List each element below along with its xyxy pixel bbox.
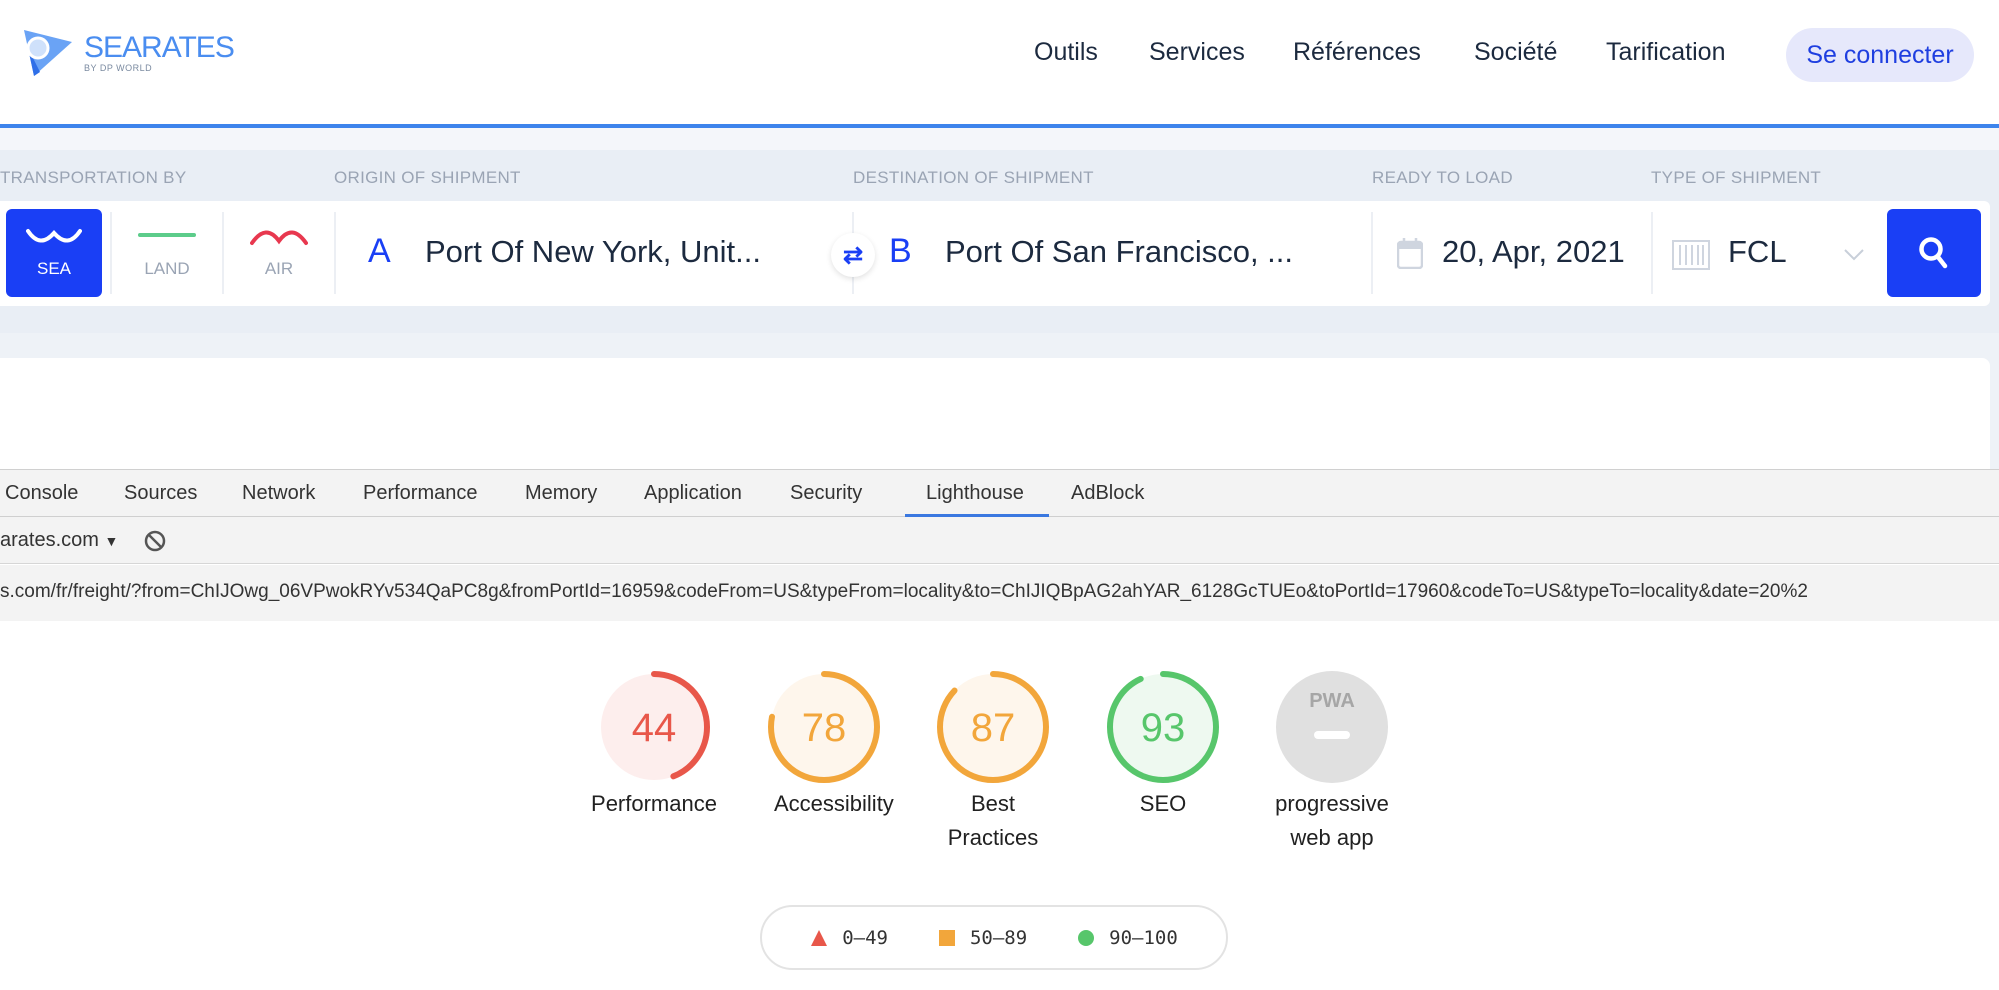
nav-references[interactable]: Références bbox=[1293, 38, 1421, 67]
label-transport: TRANSPORTATION BY bbox=[0, 168, 187, 187]
calendar-icon bbox=[1397, 238, 1423, 269]
logo-subtext: BY DP WORLD bbox=[84, 63, 153, 73]
login-button[interactable]: Se connecter bbox=[1786, 28, 1974, 82]
flight-arc-icon bbox=[250, 230, 308, 245]
container-icon bbox=[1672, 240, 1710, 270]
search-icon bbox=[1919, 237, 1948, 269]
tab-console[interactable]: Console bbox=[5, 482, 78, 505]
logo-text: SEARATES bbox=[84, 31, 235, 64]
tab-memory[interactable]: Memory bbox=[525, 482, 597, 505]
searates-logo[interactable]: SEARATES BY DP WORLD bbox=[20, 28, 235, 78]
chevron-down-icon[interactable] bbox=[1843, 248, 1865, 262]
divider bbox=[1651, 212, 1653, 294]
content-card bbox=[0, 358, 1990, 470]
label-origin: ORIGIN OF SHIPMENT bbox=[334, 168, 521, 187]
label-type: TYPE OF SHIPMENT bbox=[1651, 168, 1822, 187]
legend-label: 0–49 bbox=[842, 926, 888, 949]
score-gauge: 87 bbox=[937, 671, 1049, 783]
block-icon[interactable] bbox=[143, 529, 167, 553]
tab-sources[interactable]: Sources bbox=[124, 482, 197, 505]
mode-land[interactable]: LAND bbox=[112, 209, 222, 297]
destination-marker: B bbox=[889, 232, 912, 270]
gauge-label: progressive web app bbox=[1275, 791, 1389, 850]
spacer bbox=[0, 128, 1999, 150]
nav-services[interactable]: Services bbox=[1149, 38, 1245, 67]
date-input[interactable]: 20, Apr, 2021 bbox=[1442, 234, 1625, 270]
origin-input[interactable]: Port Of New York, Unit... bbox=[425, 234, 761, 270]
swap-icon[interactable]: ⇄ bbox=[831, 233, 875, 277]
mode-sea[interactable]: SEA bbox=[6, 209, 102, 297]
gauge-score: 93 bbox=[1141, 706, 1186, 750]
circle-icon bbox=[1078, 929, 1095, 946]
site-header: SEARATES BY DP WORLD Outils Services Réf… bbox=[0, 0, 1999, 125]
tab-application[interactable]: Application bbox=[644, 482, 742, 505]
devtools-toolbar: arates.com ▼ bbox=[0, 517, 1999, 564]
gauge-pwa[interactable]: PWA progressive web app bbox=[1232, 669, 1432, 855]
divider bbox=[1371, 212, 1373, 294]
nav-outils[interactable]: Outils bbox=[1034, 38, 1098, 67]
shipment-type-select[interactable]: FCL bbox=[1728, 234, 1787, 270]
road-icon bbox=[138, 233, 196, 237]
logo-icon bbox=[24, 30, 72, 76]
mode-label: SEA bbox=[36, 259, 72, 278]
devtools-tabbar: Console Sources Network Performance Memo… bbox=[0, 469, 1999, 517]
tab-lighthouse[interactable]: Lighthouse bbox=[926, 482, 1024, 505]
label-ready: READY TO LOAD bbox=[1372, 168, 1513, 187]
score-gauge: 78 bbox=[768, 671, 880, 783]
report-url: s.com/fr/freight/?from=ChIJOwg_06VPwokRY… bbox=[0, 581, 1808, 602]
score-legend: 0–49 50–89 90–100 bbox=[760, 905, 1228, 970]
nav-tarification[interactable]: Tarification bbox=[1606, 38, 1726, 67]
legend-fail: 0–49 bbox=[810, 927, 888, 949]
mode-air[interactable]: AIR bbox=[224, 209, 334, 297]
tab-adblock[interactable]: AdBlock bbox=[1071, 482, 1144, 505]
square-icon bbox=[938, 929, 955, 946]
score-gauge: 44 bbox=[598, 671, 710, 783]
tab-security[interactable]: Security bbox=[790, 482, 862, 505]
nav-societe[interactable]: Société bbox=[1474, 38, 1557, 67]
search-button[interactable] bbox=[1887, 209, 1981, 297]
legend-average: 50–89 bbox=[938, 927, 1027, 949]
legend-label: 90–100 bbox=[1109, 926, 1178, 949]
context-select[interactable]: arates.com ▼ bbox=[0, 529, 118, 552]
dropdown-arrow-icon: ▼ bbox=[104, 533, 119, 549]
pwa-icon: PWA bbox=[1276, 671, 1388, 783]
gauge-score: 44 bbox=[632, 706, 677, 750]
origin-marker: A bbox=[368, 232, 391, 270]
gauge-score: 87 bbox=[971, 706, 1016, 750]
legend-label: 50–89 bbox=[969, 926, 1028, 949]
divider bbox=[334, 212, 336, 294]
legend-pass: 90–100 bbox=[1077, 927, 1178, 949]
gauge-score: 78 bbox=[802, 706, 847, 750]
mode-label: LAND bbox=[144, 259, 190, 278]
destination-input[interactable]: Port Of San Francisco, ... bbox=[945, 234, 1293, 270]
label-destination: DESTINATION OF SHIPMENT bbox=[853, 168, 1094, 187]
mode-label: AIR bbox=[264, 259, 294, 278]
tab-network[interactable]: Network bbox=[242, 482, 315, 505]
context-label: arates.com bbox=[0, 529, 99, 551]
report-url-bar: s.com/fr/freight/?from=ChIJOwg_06VPwokRY… bbox=[0, 565, 1999, 621]
tab-performance[interactable]: Performance bbox=[363, 482, 478, 505]
wave-icon bbox=[26, 229, 82, 243]
pwa-badge: PWA bbox=[1309, 690, 1355, 712]
score-gauge: 93 bbox=[1107, 671, 1219, 783]
triangle-icon bbox=[811, 929, 828, 946]
